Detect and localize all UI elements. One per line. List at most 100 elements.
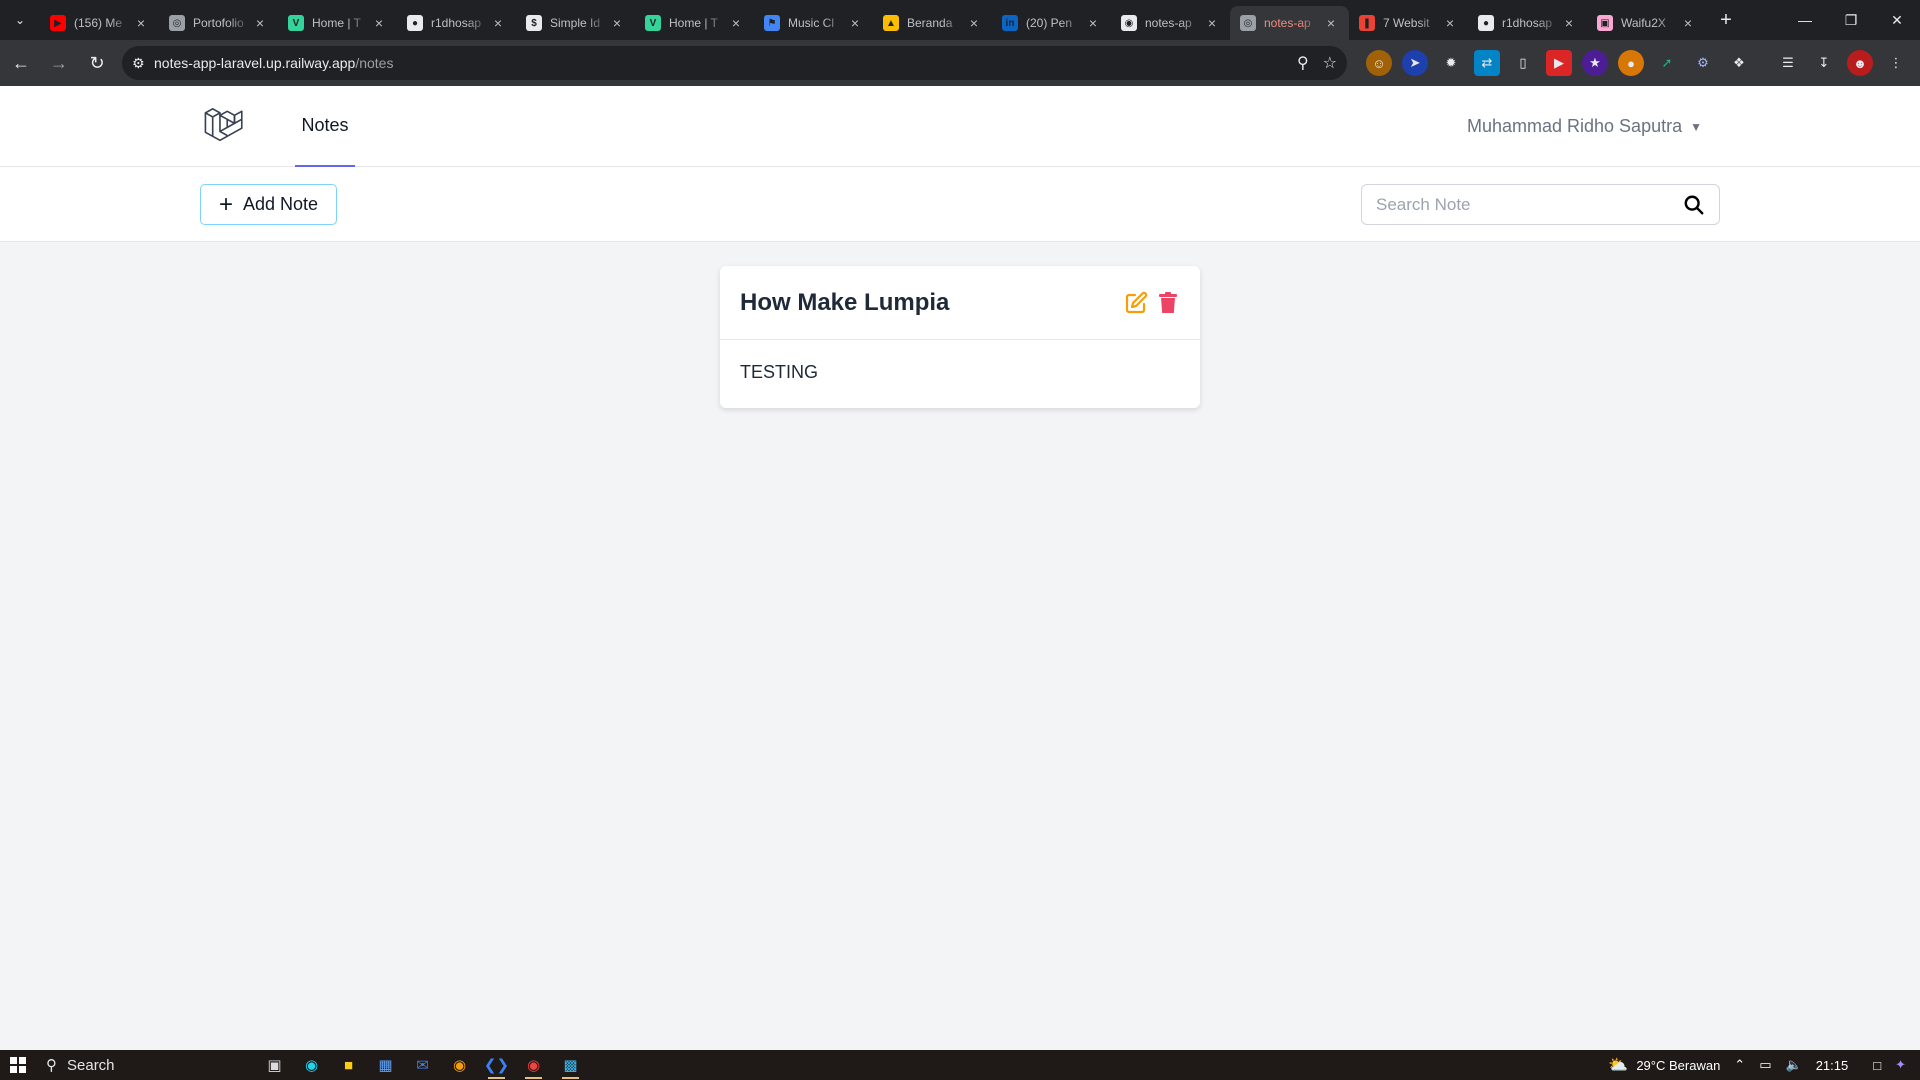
- bookmark-star-icon[interactable]: ☆: [1323, 53, 1337, 73]
- tab-close-icon[interactable]: ×: [1561, 15, 1577, 31]
- tab-close-icon[interactable]: ×: [371, 15, 387, 31]
- tab-close-icon[interactable]: ×: [1085, 15, 1101, 31]
- nav-link-notes[interactable]: Notes: [295, 86, 355, 167]
- add-note-label: Add Note: [242, 194, 319, 214]
- terminal-app-icon[interactable]: ▩: [552, 1050, 589, 1080]
- search-icon[interactable]: [1683, 194, 1705, 216]
- browser-menu-icon[interactable]: ⋮: [1883, 50, 1909, 76]
- browser-tab[interactable]: V Home | T ×: [278, 6, 397, 40]
- note-card: How Make Lumpia TESTING: [720, 266, 1200, 408]
- tab-label: r1dhosap: [1502, 16, 1553, 30]
- back-arrow-icon[interactable]: ←: [4, 46, 38, 80]
- tab-search-chevron-icon[interactable]: ⌄: [0, 0, 40, 40]
- taskbar-search-icon: ⚲: [46, 1057, 57, 1074]
- tab-close-icon[interactable]: ×: [252, 15, 268, 31]
- tab-close-icon[interactable]: ×: [609, 15, 625, 31]
- extension-translate-icon[interactable]: ⇄: [1474, 50, 1500, 76]
- edge-icon[interactable]: ◉: [293, 1050, 330, 1080]
- note-card-header: How Make Lumpia: [720, 266, 1200, 340]
- browser-tab[interactable]: ◉ notes-ap ×: [1111, 6, 1230, 40]
- extension-cursor-icon[interactable]: ➤: [1402, 50, 1428, 76]
- profile-avatar-icon[interactable]: ☻: [1847, 50, 1873, 76]
- browser-tab[interactable]: ◎ Portofolio ×: [159, 6, 278, 40]
- extension-pin-icon[interactable]: ➚: [1654, 50, 1680, 76]
- close-window-icon[interactable]: ✕: [1874, 0, 1920, 40]
- tab-favicon-icon: V: [288, 15, 304, 31]
- taskbar-apps: ▣ ◉ ■ ▦ ✉ ◉ ❮❯ ◉ ▩: [256, 1050, 589, 1080]
- extension-phone-icon[interactable]: ▯: [1510, 50, 1536, 76]
- taskbar-search[interactable]: ⚲ Search: [36, 1050, 236, 1080]
- browser-tab[interactable]: ● r1dhosap ×: [397, 6, 516, 40]
- store-icon[interactable]: ▦: [367, 1050, 404, 1080]
- browser-tab[interactable]: ⚑ Music Cl ×: [754, 6, 873, 40]
- tab-close-icon[interactable]: ×: [1680, 15, 1696, 31]
- download-icon[interactable]: ↧: [1811, 50, 1837, 76]
- trash-icon[interactable]: [1156, 291, 1180, 315]
- extension-gear-icon[interactable]: ✹: [1438, 50, 1464, 76]
- tab-label: Waifu2X: [1621, 16, 1666, 30]
- browser-tab[interactable]: ❚ 7 Websit ×: [1349, 6, 1468, 40]
- tab-close-icon[interactable]: ×: [1323, 15, 1339, 31]
- tab-close-icon[interactable]: ×: [966, 15, 982, 31]
- user-dropdown[interactable]: Muhammad Ridho Saputra ▼: [1467, 86, 1702, 167]
- browser-tab[interactable]: ▲ Beranda ×: [873, 6, 992, 40]
- browser-tab[interactable]: $ Simple Id ×: [516, 6, 635, 40]
- extension-video-icon[interactable]: ▶: [1546, 50, 1572, 76]
- zoom-icon[interactable]: ⚲: [1297, 53, 1309, 73]
- tab-close-icon[interactable]: ×: [847, 15, 863, 31]
- chrome-icon[interactable]: ◉: [441, 1050, 478, 1080]
- tab-close-icon[interactable]: ×: [1442, 15, 1458, 31]
- browser-tab[interactable]: ▣ Waifu2X ×: [1587, 6, 1706, 40]
- tab-list: ▶ (156) Me × ◎ Portofolio × V Home | T × ● r1dhosa…: [40, 0, 1706, 40]
- tab-close-icon[interactable]: ×: [728, 15, 744, 31]
- extensions-puzzle-icon[interactable]: ❖: [1726, 50, 1752, 76]
- tab-close-icon[interactable]: ×: [133, 15, 149, 31]
- laravel-logo-icon[interactable]: [203, 104, 245, 146]
- address-bar[interactable]: ⚙ notes-app-laravel.up.railway.app/notes…: [122, 46, 1347, 80]
- mail-icon[interactable]: ✉: [404, 1050, 441, 1080]
- clock[interactable]: 21:15: [1816, 1058, 1849, 1073]
- reload-icon[interactable]: ↻: [80, 46, 114, 80]
- os-taskbar: ⚲ Search ▣ ◉ ■ ▦ ✉ ◉ ❮❯ ◉ ▩ ⛅ 29°C Beraw…: [0, 1050, 1920, 1080]
- browser-tab[interactable]: in (20) Pen ×: [992, 6, 1111, 40]
- browser-tab[interactable]: ▶ (156) Me ×: [40, 6, 159, 40]
- search-input[interactable]: [1376, 194, 1683, 215]
- tab-label: (156) Me: [74, 16, 123, 30]
- tab-close-icon[interactable]: ×: [490, 15, 506, 31]
- browser-tab[interactable]: ◎ notes-ap ×: [1230, 6, 1349, 40]
- tab-favicon-icon: ◎: [1240, 15, 1256, 31]
- task-view-icon[interactable]: ▣: [256, 1050, 293, 1080]
- extension-cookie-icon[interactable]: ●: [1618, 50, 1644, 76]
- minimize-icon[interactable]: —: [1782, 0, 1828, 40]
- windows-start-icon[interactable]: [0, 1050, 36, 1080]
- edit-icon[interactable]: [1124, 291, 1148, 315]
- tab-label: 7 Websit: [1383, 16, 1430, 30]
- network-icon[interactable]: ▭: [1759, 1057, 1771, 1073]
- reading-list-icon[interactable]: ☰: [1775, 50, 1801, 76]
- taskbar-search-label: Search: [67, 1056, 115, 1074]
- note-body: TESTING: [740, 362, 819, 382]
- chrome-active-icon[interactable]: ◉: [515, 1050, 552, 1080]
- browser-tab[interactable]: ● r1dhosap ×: [1468, 6, 1587, 40]
- restore-icon[interactable]: ❐: [1828, 0, 1874, 40]
- extension-avatar-icon[interactable]: ☺: [1366, 50, 1392, 76]
- tab-favicon-icon: $: [526, 15, 542, 31]
- file-explorer-icon[interactable]: ■: [330, 1050, 367, 1080]
- copilot-icon[interactable]: ✦: [1895, 1057, 1906, 1073]
- add-note-button[interactable]: + Add Note: [200, 184, 337, 225]
- browser-tab[interactable]: V Home | T ×: [635, 6, 754, 40]
- volume-icon[interactable]: 🔈: [1786, 1057, 1802, 1073]
- tab-close-icon[interactable]: ×: [1204, 15, 1220, 31]
- site-settings-icon[interactable]: ⚙: [132, 55, 154, 72]
- extension-badge-icon[interactable]: ★: [1582, 50, 1608, 76]
- weather-widget[interactable]: ⛅ 29°C Berawan: [1608, 1055, 1720, 1075]
- tab-favicon-icon: V: [645, 15, 661, 31]
- notifications-icon[interactable]: □: [1873, 1058, 1881, 1073]
- plus-icon: +: [218, 190, 233, 218]
- new-tab-button[interactable]: +: [1710, 4, 1742, 36]
- url-text[interactable]: notes-app-laravel.up.railway.app/notes: [154, 55, 1283, 71]
- forward-arrow-icon[interactable]: →: [42, 46, 76, 80]
- extension-settings-icon[interactable]: ⚙: [1690, 50, 1716, 76]
- vscode-icon[interactable]: ❮❯: [478, 1050, 515, 1080]
- tray-overflow-icon[interactable]: ⌃: [1734, 1057, 1745, 1073]
